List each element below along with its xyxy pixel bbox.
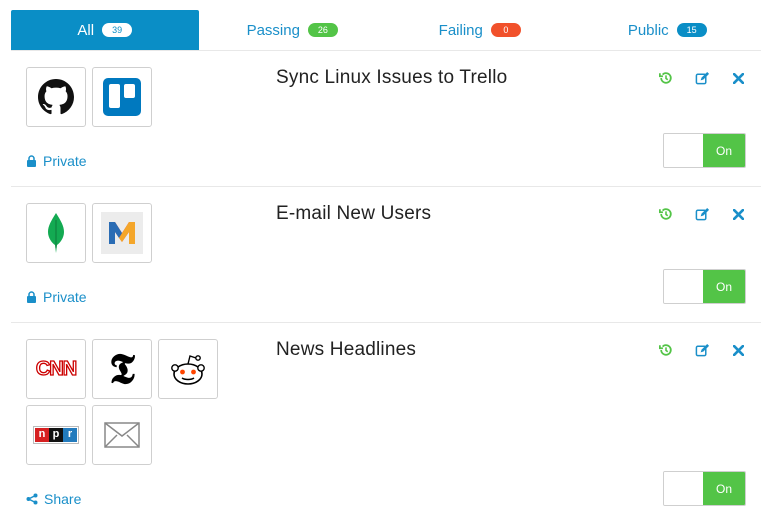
tab-label: All: [77, 21, 95, 39]
recipe-actions: [657, 341, 747, 359]
enabled-toggle[interactable]: On: [663, 269, 746, 304]
reddit-icon[interactable]: [158, 339, 218, 399]
mongodb-icon[interactable]: [26, 203, 86, 263]
count-badge: 15: [676, 23, 707, 37]
tab-label: Passing: [246, 21, 300, 39]
recipe-title: News Headlines: [276, 339, 417, 360]
tab-failing[interactable]: Failing 0: [386, 10, 574, 50]
history-icon[interactable]: [657, 69, 675, 87]
nyt-icon[interactable]: 𝕿: [92, 339, 152, 399]
npr-letter: n: [35, 428, 49, 442]
count-badge: 39: [102, 23, 133, 37]
recipe-actions: [657, 69, 747, 87]
lock-icon: [27, 155, 36, 167]
toggle-off-side: [664, 134, 703, 167]
toggle-off-side: [664, 472, 703, 505]
service-icons: CNN 𝕿 n p r: [26, 339, 226, 465]
tab-label: Public: [627, 21, 669, 39]
delete-icon[interactable]: [729, 341, 747, 359]
toggle-on-label: On: [703, 472, 745, 505]
service-icons: [26, 67, 226, 127]
privacy-label: Share: [44, 491, 82, 507]
github-icon[interactable]: [26, 67, 86, 127]
history-icon[interactable]: [657, 341, 675, 359]
edit-icon[interactable]: [693, 69, 711, 87]
edit-icon[interactable]: [693, 341, 711, 359]
recipe-row: Sync Linux Issues to Trello Private On: [11, 51, 761, 187]
trello-icon[interactable]: [92, 67, 152, 127]
recipe-title: E-mail New Users: [276, 203, 432, 224]
tab-public[interactable]: Public 15: [574, 10, 762, 50]
npr-letter: r: [63, 428, 77, 442]
privacy-status[interactable]: Private: [26, 153, 87, 169]
edit-icon[interactable]: [693, 205, 711, 223]
npr-logo: n p r: [34, 427, 78, 443]
mailchimp-m-icon[interactable]: [92, 203, 152, 263]
count-badge: 26: [307, 23, 338, 37]
enabled-toggle[interactable]: On: [663, 471, 746, 506]
recipe-actions: [657, 205, 747, 223]
share-icon: [26, 493, 38, 505]
tab-passing[interactable]: Passing 26: [199, 10, 387, 50]
recipe-title: Sync Linux Issues to Trello: [276, 67, 508, 88]
cnn-icon[interactable]: CNN: [26, 339, 86, 399]
toggle-off-side: [664, 270, 703, 303]
count-badge: 0: [490, 23, 521, 37]
recipe-row: CNN 𝕿 n p r News Headlines Share On: [11, 323, 761, 524]
privacy-label: Private: [43, 289, 87, 305]
delete-icon[interactable]: [729, 205, 747, 223]
privacy-label: Private: [43, 153, 87, 169]
filter-tabs: All 39 Passing 26 Failing 0 Public 15: [11, 10, 761, 51]
npr-letter: p: [49, 428, 63, 442]
toggle-on-label: On: [703, 270, 745, 303]
privacy-status[interactable]: Share: [26, 491, 81, 507]
recipe-row: E-mail New Users Private On: [11, 187, 761, 323]
cnn-logo-text: CNN: [35, 357, 78, 380]
email-envelope-icon[interactable]: [92, 405, 152, 465]
toggle-on-label: On: [703, 134, 745, 167]
lock-icon: [27, 291, 36, 303]
privacy-status[interactable]: Private: [26, 289, 87, 305]
service-icons: [26, 203, 226, 263]
enabled-toggle[interactable]: On: [663, 133, 746, 168]
history-icon[interactable]: [657, 205, 675, 223]
nyt-logo-glyph: 𝕿: [109, 344, 135, 393]
tab-all[interactable]: All 39: [11, 10, 199, 50]
npr-icon[interactable]: n p r: [26, 405, 86, 465]
tab-label: Failing: [438, 21, 483, 39]
delete-icon[interactable]: [729, 69, 747, 87]
